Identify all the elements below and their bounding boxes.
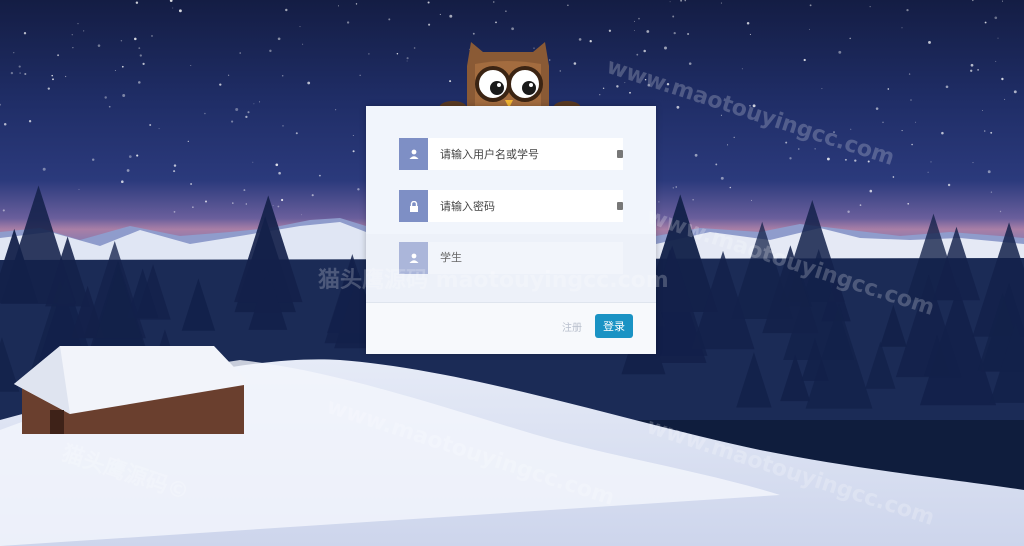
- user-icon: [399, 138, 428, 170]
- user-icon: [399, 242, 428, 274]
- lock-icon: [399, 190, 428, 222]
- login-button[interactable]: 登录: [595, 314, 633, 338]
- owl-icon: [439, 42, 581, 115]
- username-input[interactable]: [428, 138, 623, 170]
- role-select[interactable]: 学生: [428, 242, 623, 274]
- username-field: [399, 138, 623, 170]
- password-clear-button[interactable]: [617, 202, 623, 210]
- register-link[interactable]: 注册: [562, 319, 582, 334]
- cabin: [14, 346, 250, 434]
- password-field: [399, 190, 623, 222]
- panel-footer: 注册 登录: [366, 302, 656, 354]
- role-select-field[interactable]: 学生: [399, 242, 623, 274]
- username-clear-button[interactable]: [617, 150, 623, 158]
- password-input[interactable]: [428, 190, 623, 222]
- login-panel: 学生 注册 登录: [366, 106, 656, 354]
